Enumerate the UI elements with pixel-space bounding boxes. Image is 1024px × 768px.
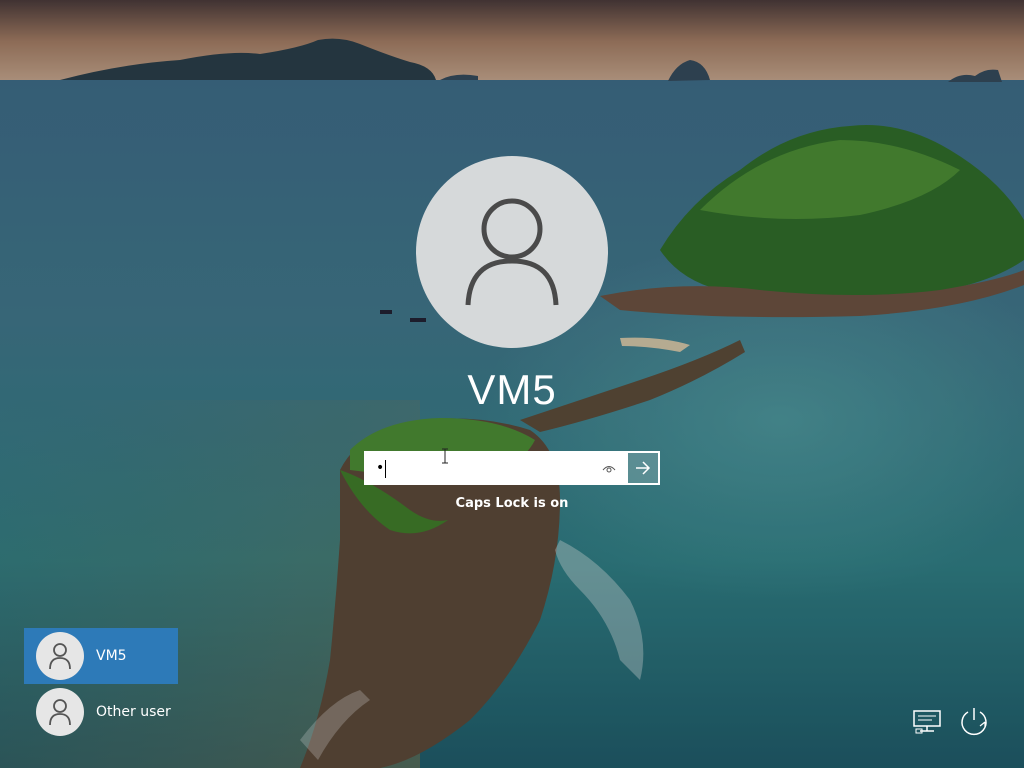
user-tile-label: VM5 bbox=[96, 648, 127, 664]
user-icon bbox=[49, 699, 71, 726]
user-list: VM5 Other user bbox=[24, 628, 178, 740]
arrow-right-icon bbox=[636, 461, 651, 475]
power-icon bbox=[961, 708, 987, 736]
username-title: VM5 bbox=[467, 366, 557, 413]
user-icon bbox=[465, 198, 559, 306]
avatar bbox=[36, 688, 84, 736]
lock-screen: VM5 Caps Lock is on bbox=[0, 0, 1024, 768]
eye-icon[interactable] bbox=[602, 462, 616, 476]
password-field[interactable] bbox=[364, 451, 626, 485]
power-button[interactable] bbox=[958, 706, 990, 738]
submit-button[interactable] bbox=[626, 451, 660, 485]
caps-lock-warning: Caps Lock is on bbox=[455, 496, 569, 511]
avatar bbox=[36, 632, 84, 680]
password-input[interactable] bbox=[374, 453, 598, 483]
network-button[interactable] bbox=[912, 706, 944, 738]
user-tile-label: Other user bbox=[96, 704, 171, 720]
user-tile-vm5[interactable]: VM5 bbox=[24, 628, 178, 684]
ibeam-cursor-icon bbox=[442, 448, 448, 464]
password-row bbox=[364, 451, 660, 485]
network-icon bbox=[913, 710, 941, 734]
user-tile-other-user[interactable]: Other user bbox=[24, 684, 178, 740]
user-icon bbox=[49, 643, 71, 670]
user-avatar-large bbox=[416, 156, 608, 348]
text-caret bbox=[385, 460, 386, 478]
